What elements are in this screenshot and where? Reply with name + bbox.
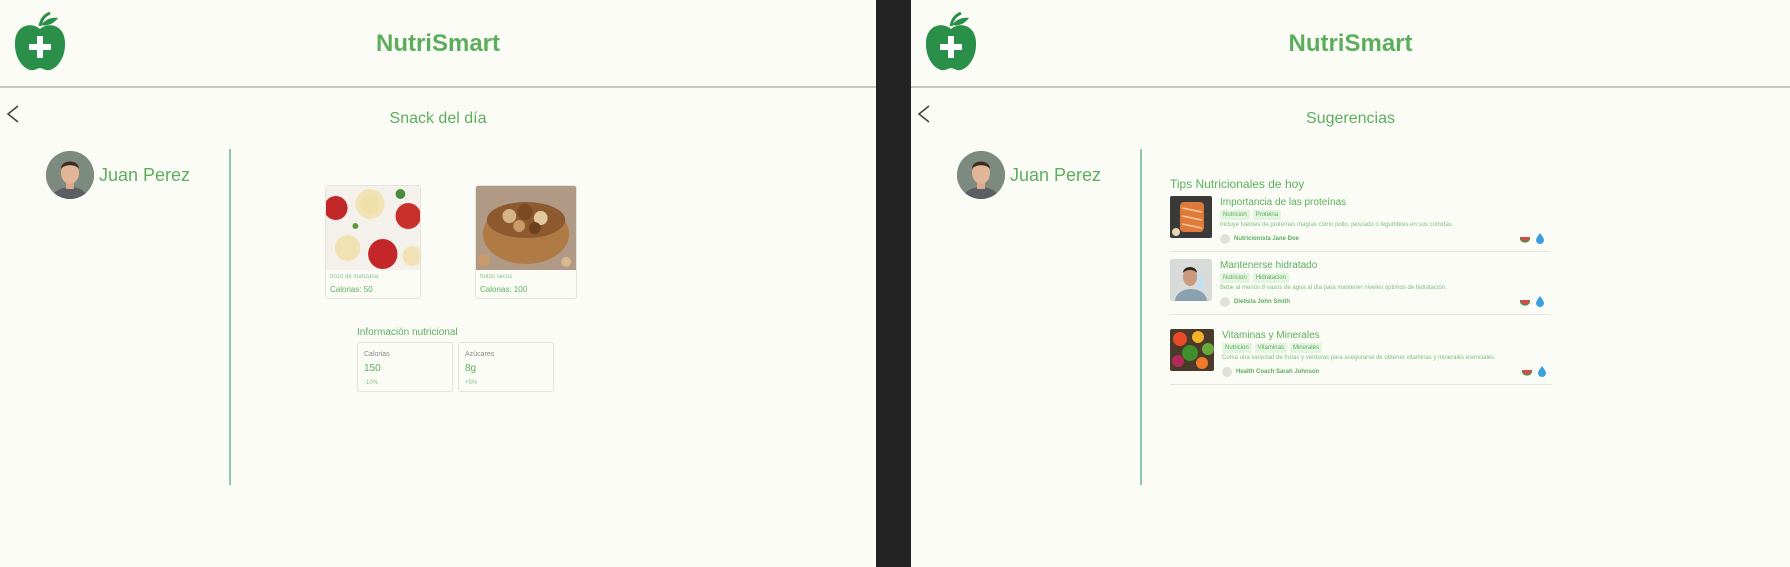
author-avatar [1220, 234, 1230, 244]
suggestions-screen: NutriSmart Sugerencias Juan Perez Tips N… [911, 0, 1790, 567]
tip-description: Bebe al menos 8 vasos de agua al día par… [1220, 285, 1447, 291]
app-header: NutriSmart [911, 0, 1790, 88]
tag[interactable]: Proteina [1252, 210, 1282, 220]
tip-item[interactable]: Importancia de las proteínas Nutricion P… [1170, 196, 1550, 252]
app-title: NutriSmart [1288, 30, 1413, 57]
tip-tags: Nutricion Vitaminas Minerales [1222, 343, 1322, 353]
snack-calories: Calorias: 50 [330, 285, 373, 294]
vegetables-photo-icon [1170, 329, 1214, 371]
watermelon-icon[interactable] [1520, 234, 1530, 244]
apple-photo-icon [326, 186, 420, 270]
tip-description: Incluye fuentes de proteínas magras como… [1220, 222, 1454, 228]
snack-name: frutos secos [480, 274, 513, 280]
author-avatar [1220, 297, 1230, 307]
person-drinking-photo-icon [1170, 259, 1212, 301]
app-title: NutriSmart [375, 30, 501, 57]
app-header: NutriSmart [0, 0, 876, 88]
user-avatar[interactable] [46, 151, 94, 199]
page-title: Sugerencias [1306, 110, 1395, 127]
nutrition-change: +5% [465, 380, 478, 386]
tip-item[interactable]: Mantenerse hidratado Nutricion Hidrataci… [1170, 259, 1550, 315]
tip-title: Vitaminas y Minerales [1222, 330, 1320, 341]
watermelon-icon[interactable] [1522, 367, 1532, 377]
tag[interactable]: Nutricion [1220, 210, 1250, 220]
snack-card-nuts[interactable]: frutos secos Calorias: 100 [475, 185, 577, 299]
tip-title: Importancia de las proteínas [1220, 197, 1347, 208]
snack-calories: Calorias: 100 [480, 285, 528, 294]
author-avatar [1222, 367, 1232, 377]
snack-name: trozo de manzana [330, 274, 379, 280]
tag[interactable]: Nutricion [1220, 273, 1250, 283]
vertical-divider [229, 149, 231, 485]
water-drop-icon[interactable] [1538, 366, 1546, 377]
tip-tags: Nutricion Proteina [1220, 210, 1282, 220]
water-drop-icon[interactable] [1536, 296, 1544, 307]
tip-author: Nutricionista Jane Doe [1234, 236, 1300, 242]
user-name: Juan Perez [99, 165, 191, 185]
tag[interactable]: Hidratacion [1252, 273, 1290, 283]
nutrition-title: Información nutricional [357, 327, 458, 338]
salmon-photo-icon [1170, 196, 1212, 238]
tip-item[interactable]: Vitaminas y Minerales Nutricion Vitamina… [1170, 329, 1552, 385]
user-name: Juan Perez [1010, 165, 1102, 185]
water-drop-icon[interactable] [1536, 233, 1544, 244]
vertical-divider [1140, 149, 1142, 485]
snack-card-apple[interactable]: trozo de manzana Calorias: 50 [325, 185, 421, 299]
tip-description: Coma una variedad de frutas y verduras p… [1222, 355, 1496, 361]
tip-title: Mantenerse hidratado [1220, 260, 1318, 271]
tip-author: Dietista John Smith [1234, 299, 1291, 305]
user-avatar[interactable] [957, 151, 1005, 199]
page-title: Snack del día [389, 110, 487, 127]
tip-author: Health Coach Sarah Johnson [1236, 369, 1320, 375]
tag[interactable]: Vitaminas [1254, 343, 1287, 353]
tips-title: Tips Nutricionales de hoy [1170, 177, 1305, 191]
nutrition-label: Azúcares [465, 351, 495, 358]
nutrition-card-calories: Calorias 150 -10% [357, 342, 453, 392]
nutrition-change: -10% [364, 380, 379, 386]
nutrition-value: 150 [364, 363, 381, 374]
nutrition-value: 8g [465, 363, 477, 374]
tag[interactable]: Minerales [1289, 343, 1322, 353]
tag[interactable]: Nutricion [1222, 343, 1252, 353]
snack-screen: NutriSmart Snack del día Juan Perez troz… [0, 0, 876, 567]
nutrition-label: Calorias [364, 351, 390, 358]
watermelon-icon[interactable] [1520, 297, 1530, 307]
tip-tags: Nutricion Hidratacion [1220, 273, 1290, 283]
nuts-photo-icon [476, 186, 576, 270]
nutrition-card-sugar: Azúcares 8g +5% [458, 342, 554, 392]
